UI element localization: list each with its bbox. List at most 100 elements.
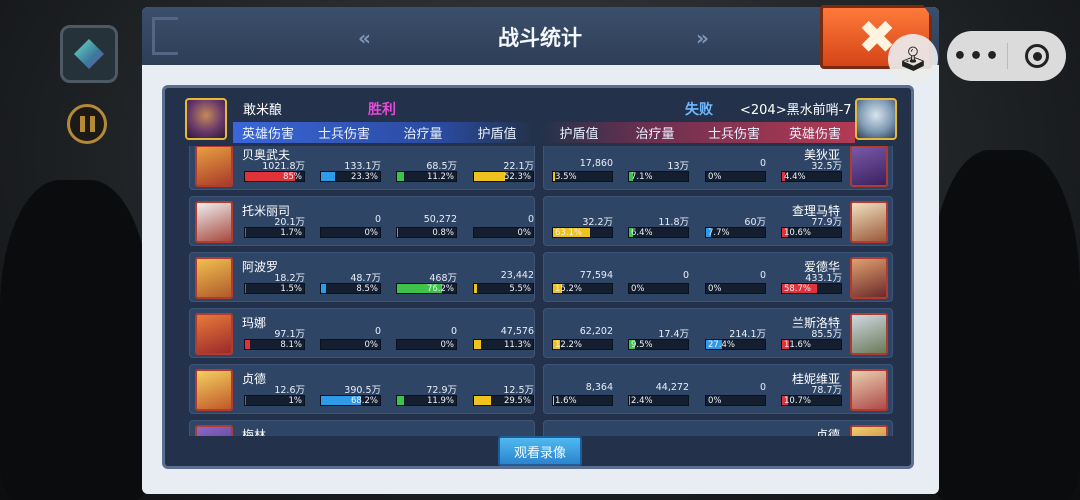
stat-bar-fill: [245, 284, 246, 293]
stat-value: 17,860: [579, 158, 613, 169]
exit-button[interactable]: [1008, 44, 1066, 68]
left-player-avatar[interactable]: [185, 98, 227, 140]
stat-value: 47,576: [500, 326, 534, 337]
stat-bar-fill: [321, 172, 335, 181]
stat-heal: 17.4万 9.5%: [628, 326, 689, 354]
hero-avatar[interactable]: [195, 425, 233, 436]
hero-avatar[interactable]: [195, 313, 233, 355]
stat-value: 214.1万: [729, 329, 766, 340]
right-hero-card[interactable]: 兰斯洛特 62,202 12.2% 17.4万 9.5% 214.1万 27.4% 85.5万…: [543, 308, 893, 358]
hero-avatar[interactable]: [850, 369, 888, 411]
hero-avatar[interactable]: [195, 257, 233, 299]
stat-percent: 27.4%: [708, 340, 736, 350]
stat-percent: 9.5%: [631, 340, 653, 350]
stat-bar: 76.2%: [396, 283, 457, 294]
stat-shield: 32.2万 63.1%: [552, 214, 613, 242]
left-hero-card[interactable]: 贞德 12.6万 1% 390.5万 68.2% 72.9万 11.9% 12.5万 29.5%: [189, 364, 535, 414]
stat-value: 0: [759, 382, 766, 393]
stat-percent: 1.5%: [280, 284, 302, 294]
stat-percent: 11.9%: [426, 396, 454, 406]
stat-heal: 11.8万 6.4%: [628, 214, 689, 242]
stat-hero_damage: 77.9万 10.6%: [781, 214, 842, 242]
hero-avatar[interactable]: [850, 313, 888, 355]
prev-arrow-icon[interactable]: «: [358, 26, 371, 50]
stat-percent: 1.7%: [280, 228, 302, 238]
stat-bar: 63.1%: [552, 227, 613, 238]
right-player-avatar[interactable]: [855, 98, 897, 140]
stat-bar: 10.7%: [781, 395, 842, 406]
stat-bar: 1%: [244, 395, 305, 406]
stat-percent: 0%: [631, 284, 645, 294]
stat-value: 68.5万: [426, 161, 457, 172]
stat-bar-fill: [245, 228, 246, 237]
hero-avatar[interactable]: [850, 257, 888, 299]
hero-avatar[interactable]: [850, 146, 888, 187]
stat-percent: 8.5%: [356, 284, 378, 294]
hero-avatar[interactable]: [850, 425, 888, 436]
right-hero-card[interactable]: 贞德: [543, 420, 893, 436]
hero-avatar[interactable]: [195, 146, 233, 187]
left-hero-card[interactable]: 梅林: [189, 420, 535, 436]
stat-value: 32.5万: [811, 161, 842, 172]
stat-bar: 11.2%: [396, 171, 457, 182]
stat-bar: 68.2%: [320, 395, 381, 406]
stat-percent: 3.5%: [555, 172, 577, 182]
right-column-headers: 护盾值 治疗量 士兵伤害 英雄伤害: [541, 122, 855, 143]
page-title: 战斗统计: [498, 26, 582, 50]
left-hero-card[interactable]: 阿波罗 18.2万 1.5% 48.7万 8.5% 468万 76.2% 23,442 5.5%: [189, 252, 535, 302]
stat-hero_damage: 18.2万 1.5%: [244, 270, 305, 298]
background-silhouette-left: [0, 180, 150, 500]
pause-button[interactable]: [67, 104, 107, 144]
right-hero-card[interactable]: 美狄亚 17,860 3.5% 13万 7.1% 0 0% 32.5万 4.4%: [543, 146, 893, 190]
stat-percent: 52.3%: [503, 172, 531, 182]
stats-rows[interactable]: 贝奥武夫 1021.8万 85% 133.1万 23.3% 68.5万 11.2% 22.1万…: [165, 146, 911, 436]
stat-shield: 0 0%: [473, 214, 534, 242]
left-column-headers: 英雄伤害 士兵伤害 治疗量 护盾值: [233, 122, 533, 143]
stats-row: 贞德 12.6万 1% 390.5万 68.2% 72.9万 11.9% 12.5万 29.5%…: [165, 364, 911, 414]
stat-value: 60万: [744, 217, 766, 228]
joystick-icon[interactable]: 🕹: [888, 34, 938, 84]
next-arrow-icon[interactable]: »: [696, 26, 709, 50]
watch-replay-button[interactable]: 观看录像: [498, 436, 582, 466]
stat-hero_damage: 78.7万 10.7%: [781, 382, 842, 410]
hero-avatar[interactable]: [195, 369, 233, 411]
stat-percent: 6.4%: [631, 228, 653, 238]
stat-percent: 0%: [708, 396, 722, 406]
stat-shield: 22.1万 52.3%: [473, 158, 534, 186]
stat-heal: 72.9万 11.9%: [396, 382, 457, 410]
stat-value: 18.2万: [274, 273, 305, 284]
left-hero-card[interactable]: 托米丽司 20.1万 1.7% 0 0% 50,272 0.8% 0 0%: [189, 196, 535, 246]
left-hero-card[interactable]: 贝奥武夫 1021.8万 85% 133.1万 23.3% 68.5万 11.2% 22.1万…: [189, 146, 535, 190]
stat-bar: 7.7%: [705, 227, 766, 238]
stat-soldier_damage: 0 0%: [705, 158, 766, 186]
more-button[interactable]: •••: [947, 44, 1007, 69]
stat-value: 44,272: [655, 382, 689, 393]
stat-percent: 0%: [440, 340, 455, 350]
stat-hero_damage: 20.1万 1.7%: [244, 214, 305, 242]
stat-shield: 8,364 1.6%: [552, 382, 613, 410]
stat-bar-fill: [397, 396, 405, 405]
stat-soldier_damage: 214.1万 27.4%: [705, 326, 766, 354]
right-hero-card[interactable]: 桂妮维亚 8,364 1.6% 44,272 2.4% 0 0% 78.7万 10.7%: [543, 364, 893, 414]
stat-percent: 63.1%: [555, 228, 583, 238]
hero-avatar[interactable]: [195, 201, 233, 243]
stat-bar-fill: [553, 396, 554, 405]
stat-percent: 0%: [708, 172, 722, 182]
right-player-name: <204>黑水前哨-7: [740, 103, 852, 118]
stat-bar: 0%: [320, 227, 381, 238]
stat-percent: 11.3%: [503, 340, 531, 350]
stat-value: 133.1万: [344, 161, 381, 172]
teams-header: 敢米酿 胜利 失败 <204>黑水前哨-7 英雄伤害 士兵伤害 治疗量 护盾值 …: [165, 88, 911, 143]
stat-percent: 8.1%: [280, 340, 302, 350]
col-hero-damage: 英雄伤害: [788, 127, 841, 142]
stat-value: 62,202: [579, 326, 613, 337]
stat-hero_damage: 1021.8万 85%: [244, 158, 305, 186]
stat-value: 0: [374, 326, 381, 337]
stat-bar: 0%: [705, 395, 766, 406]
stat-percent: 0.8%: [432, 228, 454, 238]
hero-avatar[interactable]: [850, 201, 888, 243]
right-hero-card[interactable]: 查理马特 32.2万 63.1% 11.8万 6.4% 60万 7.7% 77.9万 10.6%: [543, 196, 893, 246]
left-hero-card[interactable]: 玛娜 97.1万 8.1% 0 0% 0 0% 47,576 11.3%: [189, 308, 535, 358]
right-hero-card[interactable]: 爱德华 77,594 15.2% 0 0% 0 0% 433.1万 58.7%: [543, 252, 893, 302]
stat-heal: 50,272 0.8%: [396, 214, 457, 242]
